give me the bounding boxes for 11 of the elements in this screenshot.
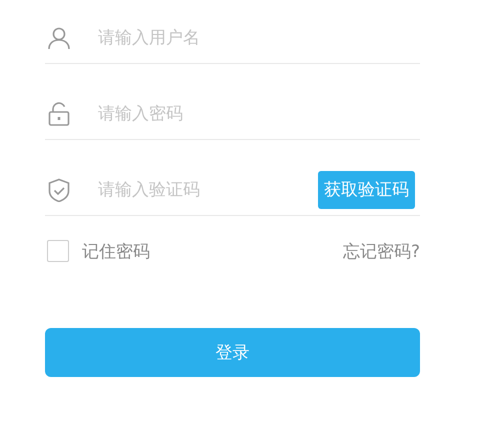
get-code-button[interactable]: 获取验证码 — [318, 170, 415, 208]
checkbox[interactable] — [47, 240, 69, 262]
input-field[interactable]: 请输入密码 — [98, 104, 420, 124]
forgot-password-link[interactable]: 忘记密码? — [342, 240, 420, 262]
input-field[interactable]: 请输入验证码 — [98, 180, 318, 200]
shield-check-icon — [47, 178, 71, 202]
input-field[interactable]: 请输入用户名 — [98, 28, 420, 48]
padlock-icon — [47, 102, 71, 126]
login-button[interactable]: 登录 — [45, 328, 420, 377]
user-icon — [47, 26, 71, 50]
remember-label[interactable]: 记住密码 — [82, 240, 150, 262]
